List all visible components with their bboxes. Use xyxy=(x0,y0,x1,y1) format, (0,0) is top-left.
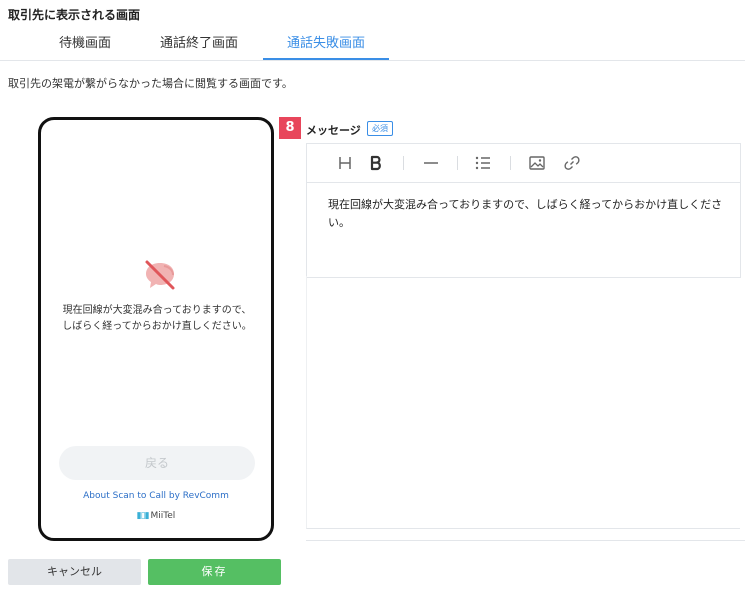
brand-name: MiiTel xyxy=(150,511,176,521)
tab-waiting[interactable]: 待機画面 xyxy=(28,32,142,59)
tab-bar: 待機画面 通話終了画面 通話失敗画面 xyxy=(0,32,745,61)
step-badge: 8 xyxy=(279,117,301,139)
phone-message: 現在回線が大変混み合っておりますので、 しばらく経ってからおかけ直しください。 xyxy=(51,303,263,335)
toolbar-divider xyxy=(403,156,404,170)
phone-preview: 現在回線が大変混み合っておりますので、 しばらく経ってからおかけ直しください。 … xyxy=(38,117,274,541)
phone-back-button[interactable]: 戻る xyxy=(59,446,255,480)
required-badge: 必須 xyxy=(367,121,393,136)
save-button[interactable]: 保存 xyxy=(148,559,281,585)
brand-bars-icon: ▮▯▮ xyxy=(136,511,150,521)
speech-bubble-slash-icon xyxy=(142,258,178,292)
editor-content[interactable]: 現在回線が大変混み合っておりますので、しばらく経ってからおかけ直しください。 xyxy=(328,196,723,232)
heading-icon[interactable] xyxy=(335,153,355,173)
about-link[interactable]: About Scan to Call by RevComm xyxy=(41,491,271,501)
phone-message-line2: しばらく経ってからおかけ直しください。 xyxy=(62,321,252,332)
horizontal-rule-icon[interactable] xyxy=(421,153,441,173)
message-editor: 現在回線が大変混み合っておりますので、しばらく経ってからおかけ直しください。 xyxy=(306,143,741,278)
bold-icon[interactable] xyxy=(366,153,386,173)
section-title: 取引先に表示される画面 xyxy=(8,8,141,22)
tab-call-failed[interactable]: 通話失敗画面 xyxy=(263,32,389,60)
link-icon[interactable] xyxy=(562,153,582,173)
tab-call-ended[interactable]: 通話終了画面 xyxy=(142,32,256,59)
editor-toolbar xyxy=(307,144,740,183)
toolbar-divider xyxy=(510,156,511,170)
divider xyxy=(306,540,745,541)
list-icon[interactable] xyxy=(473,153,493,173)
message-label: メッセージ xyxy=(306,124,361,137)
toolbar-divider xyxy=(457,156,458,170)
editor-panel-area xyxy=(306,276,740,529)
cancel-button[interactable]: キャンセル xyxy=(8,559,141,585)
phone-message-line1: 現在回線が大変混み合っておりますので、 xyxy=(62,305,252,316)
brand-logo: ▮▯▮ MiiTel xyxy=(41,511,271,521)
image-icon[interactable] xyxy=(527,153,547,173)
screen-description: 取引先の架電が繋がらなかった場合に閲覧する画面です。 xyxy=(8,77,293,90)
